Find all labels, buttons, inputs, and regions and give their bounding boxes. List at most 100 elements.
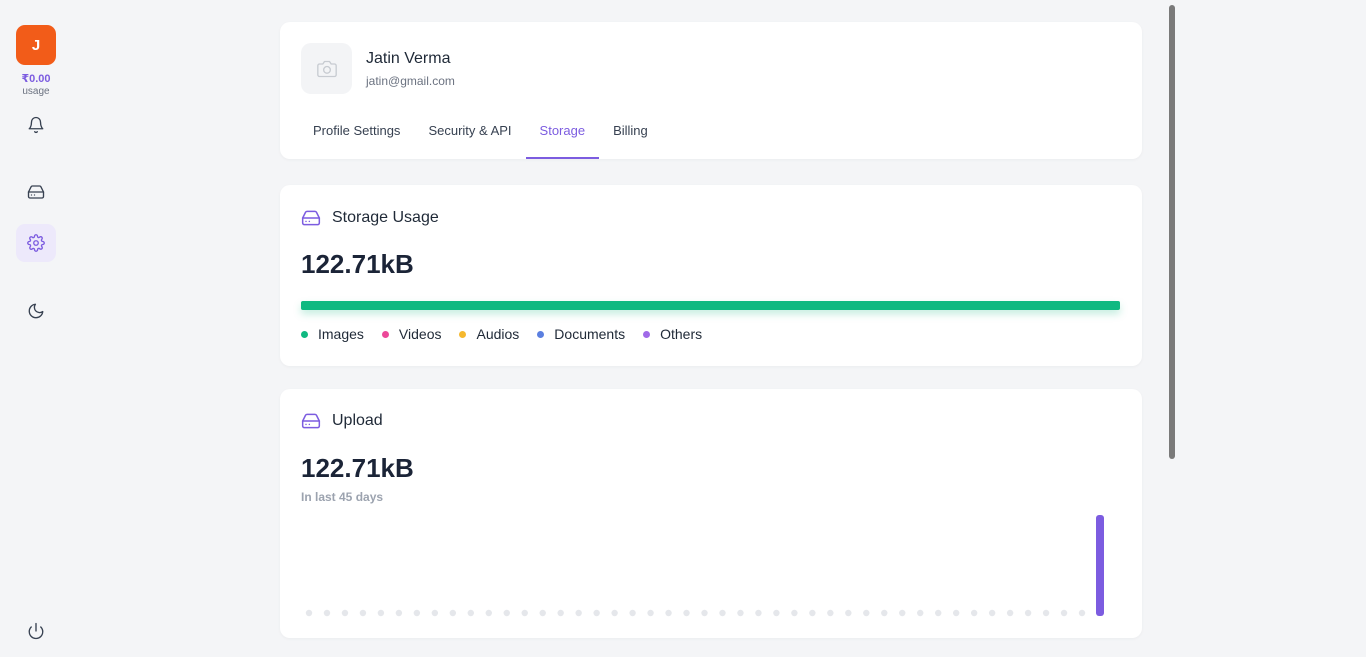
legend-dot	[381, 330, 389, 338]
upload-bar-empty[interactable]	[683, 609, 690, 617]
upload-bar-empty[interactable]	[575, 609, 582, 617]
upload-bar-empty[interactable]	[1078, 609, 1086, 617]
upload-bar-empty[interactable]	[521, 609, 528, 617]
upload-bar-empty[interactable]	[647, 609, 654, 617]
upload-header: Upload	[301, 411, 383, 431]
scrollbar-thumb[interactable]	[1169, 5, 1175, 459]
legend-label: Images	[318, 326, 364, 342]
usage-amount: ₹0.00	[21, 73, 51, 85]
storage-usage-header: Storage Usage	[301, 208, 439, 228]
upload-bar-empty[interactable]	[341, 609, 349, 617]
upload-bar-empty[interactable]	[305, 609, 313, 617]
settings-tabs: Profile Settings Security & API Storage …	[299, 116, 662, 159]
user-name: Jatin Verma	[366, 50, 451, 67]
upload-bar-empty[interactable]	[377, 609, 385, 617]
legend-label: Documents	[554, 326, 626, 342]
upload-bar-empty[interactable]	[323, 609, 331, 617]
avatar[interactable]: J	[16, 25, 56, 65]
camera-icon	[316, 60, 337, 77]
legend-dot	[459, 330, 467, 338]
settings-nav-button[interactable]	[16, 224, 56, 262]
legend-label: Others	[660, 326, 703, 342]
upload-bar-empty[interactable]	[827, 609, 834, 617]
upload-bar-empty[interactable]	[413, 609, 421, 617]
upload-bar-empty[interactable]	[737, 609, 744, 617]
upload-bar-empty[interactable]	[701, 609, 708, 617]
theme-toggle-button[interactable]	[16, 292, 56, 330]
upload-bar-empty[interactable]	[863, 609, 870, 617]
bell-icon	[28, 116, 44, 134]
upload-bar-empty[interactable]	[431, 609, 439, 617]
upload-bar-empty[interactable]	[359, 609, 367, 617]
upload-bar-empty[interactable]	[881, 609, 888, 617]
upload-bar-empty[interactable]	[557, 609, 564, 617]
power-icon	[28, 622, 44, 640]
tab-security-api[interactable]: Security & API	[414, 116, 525, 159]
hard-drive-icon	[301, 413, 321, 429]
tab-profile-settings[interactable]: Profile Settings	[299, 116, 414, 159]
upload-bar-empty[interactable]	[503, 609, 510, 617]
upload-bar-empty[interactable]	[755, 609, 762, 617]
tab-billing[interactable]: Billing	[599, 116, 662, 159]
legend-label: Videos	[398, 326, 442, 342]
sidebar: J ₹0.00 usage	[0, 0, 72, 657]
legend-dot	[301, 330, 308, 338]
storage-usage-card: Storage Usage 122.71kB Images Videos Audio…	[280, 185, 1142, 366]
upload-bar-empty[interactable]	[467, 609, 474, 617]
storage-progress-fill	[301, 301, 1120, 310]
logout-button[interactable]	[16, 612, 56, 650]
legend-item-videos: Videos	[381, 326, 442, 342]
legend-item-others: Others	[643, 326, 702, 342]
upload-chart-svg	[305, 515, 1104, 617]
profile-photo-upload[interactable]	[301, 43, 352, 94]
upload-bar-empty[interactable]	[1060, 609, 1068, 617]
upload-bar-empty[interactable]	[935, 609, 942, 617]
profile-card: Jatin Verma jatin@gmail.com Profile Sett…	[280, 22, 1142, 159]
moon-icon	[28, 303, 44, 319]
legend-dot	[537, 330, 545, 338]
storage-usage-value: 122.71kB	[301, 249, 414, 279]
upload-value: 122.71kB	[301, 453, 414, 483]
gear-icon	[27, 234, 45, 252]
upload-bar-empty[interactable]	[1042, 609, 1050, 617]
upload-bar-chart	[301, 513, 1120, 618]
legend-dot	[643, 330, 651, 338]
hard-drive-icon	[27, 185, 45, 199]
upload-bar-empty[interactable]	[485, 609, 492, 617]
usage-label: usage	[22, 86, 50, 97]
upload-bar-empty[interactable]	[395, 609, 403, 617]
upload-bar-empty[interactable]	[1024, 609, 1032, 617]
hard-drive-icon	[301, 210, 321, 226]
upload-bar-empty[interactable]	[952, 609, 960, 617]
upload-bar-empty[interactable]	[539, 609, 546, 617]
upload-bar-empty[interactable]	[899, 609, 906, 617]
upload-bar-empty[interactable]	[629, 609, 636, 617]
upload-bar-empty[interactable]	[845, 609, 852, 617]
upload-bar-empty[interactable]	[449, 609, 457, 617]
upload-bar-empty[interactable]	[917, 609, 924, 617]
storage-legend: Images Videos Audios Documents Others	[301, 326, 720, 342]
upload-bar-empty[interactable]	[791, 609, 798, 617]
upload-bar-empty[interactable]	[809, 609, 816, 617]
upload-period: In last 45 days	[301, 490, 384, 504]
tab-storage[interactable]: Storage	[525, 116, 600, 159]
notifications-button[interactable]	[16, 106, 56, 144]
legend-item-audios: Audios	[459, 326, 519, 342]
upload-bar-empty[interactable]	[970, 609, 978, 617]
upload-card: Upload 122.71kB In last 45 days	[280, 389, 1142, 638]
legend-item-documents: Documents	[537, 326, 625, 342]
storage-usage-title: Storage Usage	[332, 209, 439, 226]
upload-bar-empty[interactable]	[593, 609, 600, 617]
upload-bar[interactable]	[1096, 515, 1104, 616]
upload-bar-empty[interactable]	[988, 609, 996, 617]
storage-progress-bar	[301, 301, 1120, 310]
user-email: jatin@gmail.com	[366, 74, 455, 88]
legend-label: Audios	[476, 326, 520, 342]
upload-bar-empty[interactable]	[611, 609, 618, 617]
upload-bar-empty[interactable]	[1006, 609, 1014, 617]
upload-bar-empty[interactable]	[773, 609, 780, 617]
upload-title: Upload	[332, 412, 383, 429]
storage-nav-button[interactable]	[16, 173, 56, 211]
upload-bar-empty[interactable]	[719, 609, 726, 617]
upload-bar-empty[interactable]	[665, 609, 672, 617]
